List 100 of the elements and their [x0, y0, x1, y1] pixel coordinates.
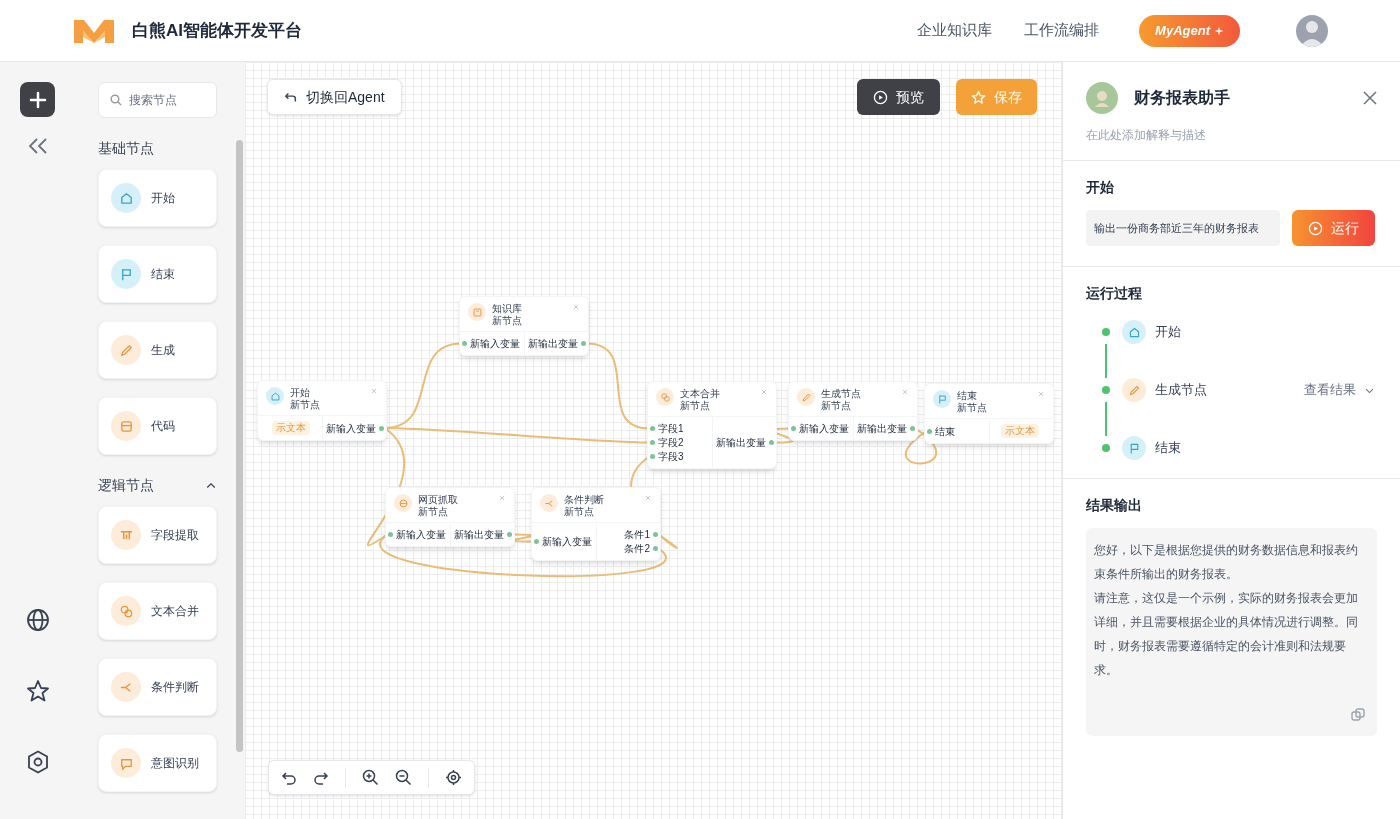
redo-icon[interactable] — [313, 769, 329, 786]
overlap-icon — [656, 388, 674, 406]
home-icon — [1122, 320, 1146, 344]
port-label: 新输入变量 — [542, 535, 592, 548]
section-title: 逻辑节点 — [98, 476, 154, 495]
node-subtitle: 新节点 — [492, 315, 523, 327]
zoom-out-icon[interactable] — [395, 769, 412, 786]
port-label: 条件2 — [624, 542, 650, 555]
collapse-icon[interactable] — [26, 137, 49, 155]
flow-node[interactable]: 结束 新节点 结束 示文本 — [924, 383, 1054, 444]
agent-name: 财务报表助手 — [1134, 88, 1230, 108]
search-icon — [110, 94, 122, 106]
section-title: 运行过程 — [1086, 284, 1143, 303]
section-title: 基础节点 — [98, 139, 154, 158]
port-label: 字段3 — [658, 450, 684, 463]
node-title: 开始 — [290, 387, 311, 399]
window-icon — [111, 411, 141, 441]
home-icon — [266, 387, 284, 405]
branch-icon — [111, 672, 141, 702]
pencil-icon — [797, 388, 815, 406]
search-field[interactable]: 搜索节点 — [98, 82, 217, 118]
port-label: 新输入变量 — [396, 528, 446, 541]
node-title: 知识库 — [492, 303, 523, 315]
flag-icon — [1122, 436, 1146, 460]
app-title: 白熊AI智能体开发平台 — [132, 19, 302, 42]
port-label: 新输出变量 — [716, 436, 766, 449]
add-button[interactable] — [20, 82, 55, 117]
description-field[interactable]: 在此处添加解释与描述 — [1086, 126, 1377, 144]
type-tag: 示文本 — [271, 421, 310, 435]
node-title: 文本合并 — [680, 388, 721, 400]
agent-avatar — [1086, 82, 1118, 114]
step-label: 开始 — [1155, 323, 1181, 342]
step-label: 结束 — [1155, 439, 1181, 458]
globe-icon[interactable] — [24, 607, 51, 633]
nav-link[interactable]: 工作流编排 — [1024, 19, 1100, 42]
bubble-icon — [111, 748, 141, 778]
node-card[interactable]: 字段提取 — [98, 506, 217, 564]
flow-node[interactable]: 文本合并 新节点 字段1 字段2 字段3 新输出变量 — [647, 381, 777, 469]
node-subtitle: 新节点 — [564, 506, 595, 518]
node-card[interactable]: 条件判断 — [98, 658, 217, 716]
section-title: 结果输出 — [1086, 496, 1143, 515]
node-card[interactable]: 意图识别 — [98, 734, 217, 792]
port-label: 新输出变量 — [454, 528, 504, 541]
locate-icon[interactable] — [445, 769, 462, 786]
flow-node[interactable]: 条件判断 新节点 新输入变量 条件1 条件2 — [531, 487, 661, 561]
start-input-field[interactable]: 输出一份商务部近三年的财务报表 — [1086, 210, 1280, 246]
return-icon — [284, 90, 298, 104]
pencil-icon — [111, 335, 141, 365]
node-subtitle: 新节点 — [418, 506, 449, 518]
node-card[interactable]: 开始 — [98, 169, 217, 227]
port-label: 新输出变量 — [528, 337, 578, 350]
flag-icon — [111, 259, 141, 289]
port-label: 新输出变量 — [857, 422, 907, 435]
step-label: 生成节点 — [1155, 381, 1207, 400]
node-title: 条件判断 — [564, 494, 605, 506]
flow-node[interactable]: 知识库 新节点 新输入变量 新输出变量 — [459, 296, 589, 356]
preview-button[interactable]: 预览 — [857, 79, 940, 115]
play-icon — [873, 89, 888, 105]
switch-agent-button[interactable]: 切换回Agent — [267, 79, 402, 115]
node-subtitle: 新节点 — [957, 402, 988, 414]
node-title: 网页抓取 — [418, 494, 459, 506]
node-subtitle: 新节点 — [290, 399, 321, 411]
port-label: 新输入变量 — [326, 421, 376, 435]
overlap-icon — [111, 596, 141, 626]
sparkle-icon — [1214, 25, 1224, 36]
flow-node[interactable]: 开始 新节点 示文本 新输入变量 — [257, 380, 387, 441]
star-icon — [971, 89, 986, 105]
copy-icon[interactable] — [1351, 708, 1365, 722]
play-icon — [1308, 220, 1323, 236]
node-subtitle: 新节点 — [680, 400, 711, 412]
flag-icon — [933, 390, 951, 408]
section-title: 开始 — [1086, 178, 1115, 197]
flow-node[interactable]: 生成节点 新节点 新输入变量 新输出变量 — [788, 381, 918, 441]
result-text: 请注意，这仅是一个示例，实际的财务报表会更加详细，并且需要根据企业的具体情况进行调整。同时，财务报表需要遵循特定的会计准则和法规要求。 — [1094, 590, 1359, 679]
node-subtitle: 新节点 — [821, 400, 852, 412]
close-icon[interactable] — [1363, 91, 1377, 105]
port-label: 新输入变量 — [470, 337, 520, 350]
node-title: 结束 — [957, 390, 978, 402]
star-icon[interactable] — [24, 678, 51, 704]
node-card[interactable]: 生成 — [98, 321, 217, 379]
port-label: 新输入变量 — [799, 422, 849, 435]
view-result-button[interactable]: 查看结果 — [1304, 380, 1375, 400]
port-label: 字段2 — [658, 436, 684, 449]
flow-node[interactable]: 网页抓取 新节点 新输入变量 新输出变量 — [385, 487, 515, 547]
result-text: 您好，以下是根据您提供的财务数据信息和报表约束条件所输出的财务报表。 — [1094, 542, 1359, 583]
home-icon — [111, 183, 141, 213]
book-icon — [468, 303, 486, 321]
globe-icon — [394, 494, 412, 512]
pencil-icon — [1122, 378, 1146, 402]
zoom-in-icon[interactable] — [362, 769, 379, 786]
undo-icon[interactable] — [281, 769, 297, 786]
node-card[interactable]: 文本合并 — [98, 582, 217, 640]
nav-link[interactable]: 企业知识库 — [917, 19, 993, 42]
avatar[interactable] — [1296, 14, 1328, 47]
node-card[interactable]: 代码 — [98, 397, 217, 455]
branch-icon — [540, 494, 558, 512]
plus-icon — [28, 90, 47, 109]
node-card[interactable]: 结束 — [98, 245, 217, 303]
port-label: 字段1 — [658, 422, 684, 435]
scrollbar[interactable] — [236, 140, 243, 752]
